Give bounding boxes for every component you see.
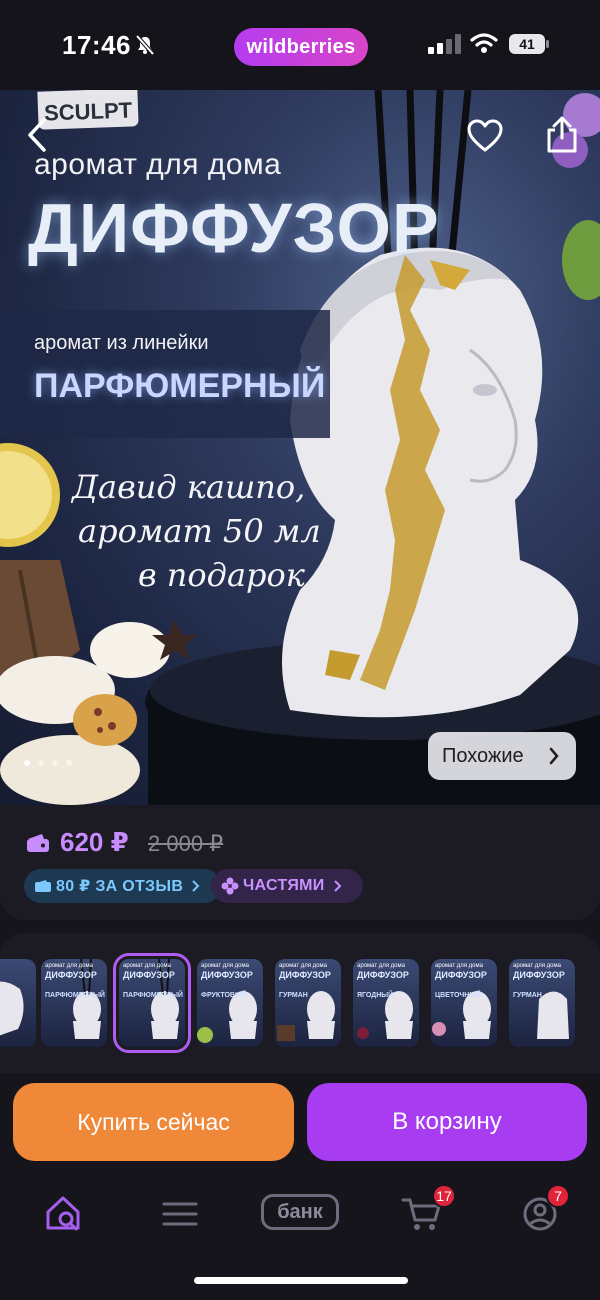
aroma-title: аромат для дома <box>34 148 282 181</box>
thumbnail-title: ДИФФУЗОР <box>513 970 565 980</box>
review-bonus-label: 80 ₽ ЗА ОТЗЫВ <box>56 878 184 895</box>
installments-label: ЧАСТЯМИ <box>243 877 325 894</box>
thumbnail-subtitle: аромат для дома <box>357 963 405 969</box>
status-bar: 17:46 wildberries 41 <box>0 0 600 90</box>
promo-line-2: аромат 50 мл <box>78 512 321 550</box>
thumbnail-line-name: ПАРФЮМЕРНЫЙ <box>123 992 183 999</box>
thumbnail-line-name: ПАРФЮМЕРНЫЙ <box>45 992 105 999</box>
installments-chip[interactable]: ЧАСТЯМИ <box>211 869 363 903</box>
variant-thumbnail[interactable]: аромат для дома ДИФФУЗОР ГУРМАН <box>509 959 575 1047</box>
thumbnail-subtitle: аромат для дома <box>201 963 249 969</box>
slide-dot <box>66 760 72 766</box>
cart-count-badge: 17 <box>432 1184 456 1208</box>
product-type-title: ДИФФУЗОР <box>28 189 440 267</box>
thumbnail-subtitle: аромат для дома <box>435 963 483 969</box>
thumbnail-subtitle: аромат для дома <box>279 963 327 969</box>
split-payment-icon <box>221 877 239 895</box>
line-name: ПАРФЮМЕРНЫЙ <box>34 367 326 405</box>
variant-thumbnail[interactable]: аромат для дома ДИФФУЗОР ЦВЕТОЧНЫЙ <box>431 959 497 1047</box>
thumbnail-line-name: ФРУКТОВЫЙ <box>201 992 247 999</box>
line-label: аромат из линейки <box>34 332 209 354</box>
variant-thumbnails: аромат для дома ДИФФУЗОР ПАРФЮМЕРНЫЙ аро… <box>0 933 600 1073</box>
old-price: 2 000 ₽ <box>148 831 224 856</box>
wallet-icon <box>27 834 49 852</box>
current-price: 620 ₽ <box>60 827 129 857</box>
thumbnail-subtitle: аромат для дома <box>123 963 171 969</box>
add-to-cart-button[interactable]: В корзину <box>307 1083 587 1161</box>
slide-indicator <box>24 760 72 766</box>
slide-dot <box>52 760 58 766</box>
chevron-right-icon <box>549 747 559 765</box>
thumbnail-title: ДИФФУЗОР <box>123 970 175 980</box>
svg-text:41: 41 <box>519 36 535 52</box>
variant-thumbnail[interactable]: аромат для дома ДИФФУЗОР ФРУКТОВЫЙ <box>197 959 263 1047</box>
profile-notification-badge: 7 <box>546 1184 570 1208</box>
product-gallery[interactable]: SCULPT аромат для дома ДИФФУЗОР аромат и… <box>0 90 600 805</box>
review-bonus-chip[interactable]: 80 ₽ ЗА ОТЗЫВ <box>24 869 222 903</box>
share-icon[interactable] <box>545 116 579 154</box>
bell-muted-icon <box>135 34 155 56</box>
buy-now-button[interactable]: Купить сейчас <box>13 1083 294 1161</box>
thumbnail-title: ДИФФУЗОР <box>279 970 331 980</box>
thumbnail-subtitle: аромат для дома <box>513 963 561 969</box>
slide-dot <box>38 760 44 766</box>
thumbnail-title: ДИФФУЗОР <box>435 970 487 980</box>
catalog-menu-icon[interactable] <box>158 1192 202 1236</box>
cellular-signal-icon <box>428 34 461 54</box>
thumbnail-line-name: ЦВЕТОЧНЫЙ <box>435 992 482 999</box>
thumbnail-title: ДИФФУЗОР <box>201 970 253 980</box>
promo-line-1: Давид кашпо, <box>72 468 306 506</box>
thumbnail-subtitle: аромат для дома <box>45 963 93 969</box>
variant-thumbnail[interactable]: аромат для дома ДИФФУЗОР ЯГОДНЫЙ <box>353 959 419 1047</box>
wifi-icon <box>470 33 498 53</box>
thumbnail-line-name: ГУРМАН <box>279 992 308 999</box>
price-card: 620 ₽ 2 000 ₽ 80 ₽ ЗА ОТЗЫВ ЧАСТЯМИ <box>0 805 600 920</box>
slide-dot <box>24 760 30 766</box>
clock: 17:46 <box>62 30 131 60</box>
similar-label: Похожие <box>442 744 524 767</box>
promo-line-3: в подарок <box>138 556 305 594</box>
bank-tab[interactable]: банк <box>261 1194 339 1230</box>
thumbnail-image <box>0 981 24 1036</box>
chevron-right-icon <box>192 880 200 892</box>
thumbnail-line-name: ЯГОДНЫЙ <box>357 992 394 999</box>
home-indicator[interactable] <box>194 1277 408 1284</box>
variant-thumbnail[interactable]: аромат для дома ДИФФУЗОР ПАРФЮМЕРНЫЙ <box>41 959 107 1047</box>
variant-thumbnail[interactable] <box>0 959 36 1047</box>
profile-tab[interactable]: 7 <box>520 1184 570 1236</box>
home-search-icon[interactable] <box>42 1192 86 1236</box>
wallet-icon <box>35 880 51 892</box>
similar-button[interactable]: Похожие <box>428 732 576 780</box>
variant-thumbnail-selected[interactable]: аромат для дома ДИФФУЗОР ПАРФЮМЕРНЫЙ <box>113 953 191 1053</box>
battery-icon: 41 <box>509 34 549 54</box>
thumbnail-line-name: ГУРМАН <box>513 992 542 999</box>
wildberries-pill[interactable]: wildberries <box>234 28 368 66</box>
back-arrow-icon[interactable] <box>22 118 56 152</box>
variant-thumbnail[interactable]: аромат для дома ДИФФУЗОР ГУРМАН <box>275 959 341 1047</box>
thumbnail-title: ДИФФУЗОР <box>45 970 97 980</box>
cart-tab[interactable]: 17 <box>400 1184 456 1236</box>
heart-icon[interactable] <box>466 118 504 154</box>
chevron-right-icon <box>333 880 341 892</box>
thumbnail-title: ДИФФУЗОР <box>357 970 409 980</box>
